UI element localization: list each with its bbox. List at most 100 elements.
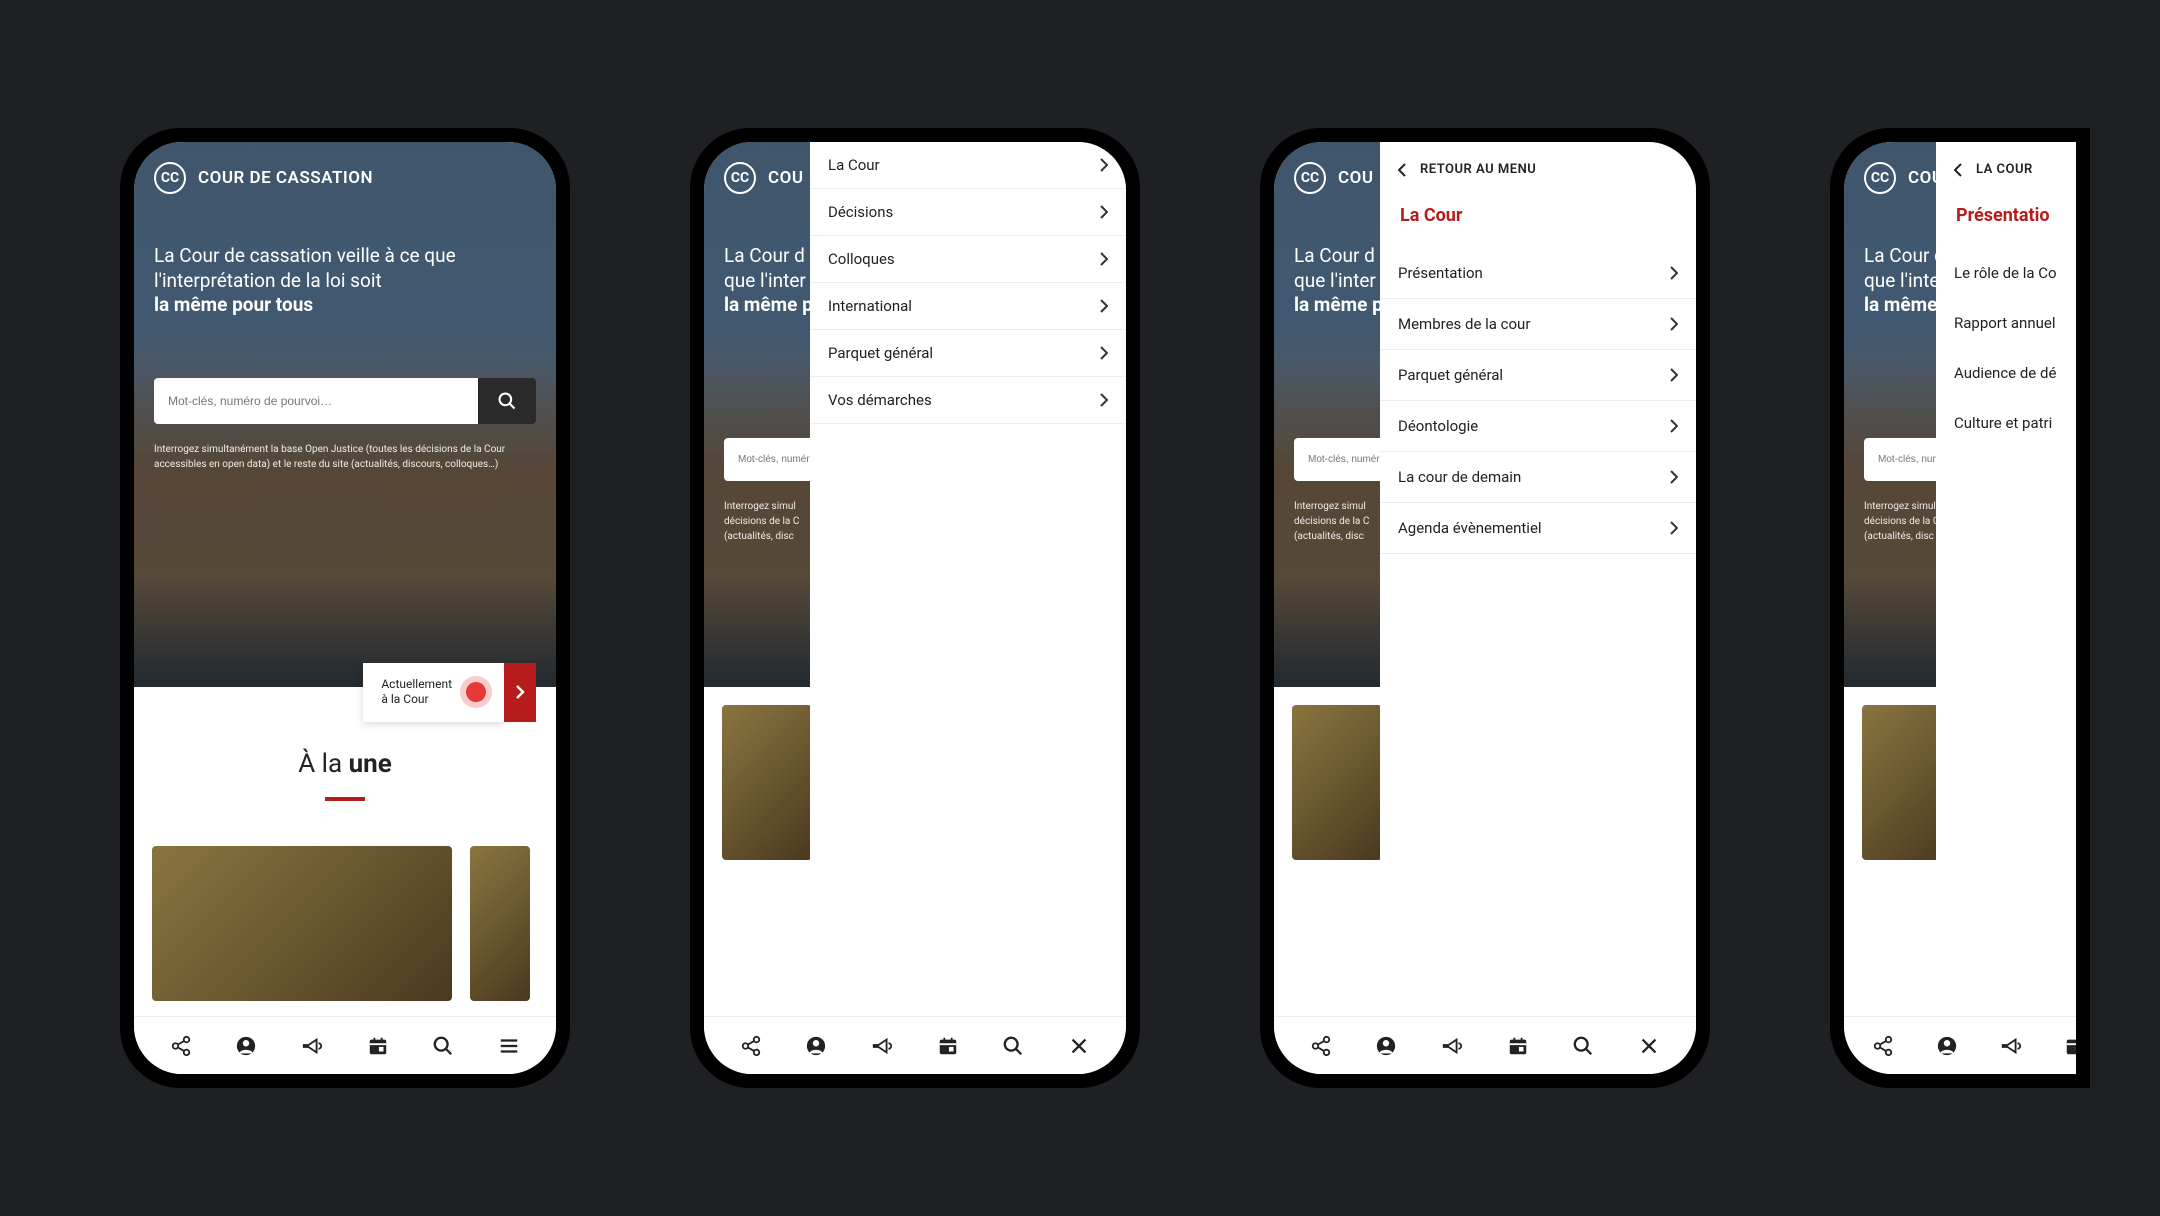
chevron-right-icon — [1100, 205, 1108, 219]
calendar-icon[interactable] — [1506, 1034, 1530, 1058]
share-icon[interactable] — [1872, 1034, 1894, 1058]
menu-item-demarches[interactable]: Vos démarches — [810, 377, 1126, 424]
live-card-body: Actuellement à la Cour — [363, 663, 504, 722]
brand-logo-icon: CC — [1294, 162, 1326, 194]
chevron-right-icon — [515, 684, 525, 700]
screen: CCCOU La Cour dque l'interla même p Inte… — [704, 142, 1126, 1074]
chevron-left-icon — [1398, 163, 1406, 177]
menu-drawer: La Cour Décisions Colloques Internationa… — [810, 142, 1126, 1016]
menu-item-presentation[interactable]: Présentation — [1380, 248, 1696, 299]
menu-section-title: Présentatio — [1936, 193, 2076, 248]
chevron-right-icon — [1100, 158, 1108, 172]
chevron-right-icon — [1670, 419, 1678, 433]
menu-item-agenda[interactable]: Agenda évènementiel — [1380, 503, 1696, 554]
screen: CCCOU La Cour dque l'interla même p Inte… — [1844, 142, 2076, 1074]
search-icon — [497, 391, 517, 411]
calendar-icon[interactable] — [366, 1034, 390, 1058]
menu-drawer: LA COUR Présentatio Le rôle de la Co Rap… — [1936, 142, 2076, 1016]
menu-item-membres[interactable]: Membres de la cour — [1380, 299, 1696, 350]
chevron-left-icon — [1954, 163, 1962, 177]
share-icon[interactable] — [169, 1034, 193, 1058]
chevron-right-icon — [1670, 470, 1678, 484]
chevron-right-icon — [1100, 346, 1108, 360]
menu-item-parquet[interactable]: Parquet général — [1380, 350, 1696, 401]
news-card — [1292, 705, 1382, 860]
search-help-text: Interrogez simultanément la base Open Ju… — [154, 442, 536, 472]
menu-item-role[interactable]: Le rôle de la Co — [1936, 248, 2076, 298]
tagline-line-1: La Cour de cassation veille à ce que l'i… — [154, 244, 456, 292]
live-card[interactable]: Actuellement à la Cour — [363, 663, 536, 722]
search-icon[interactable] — [1001, 1034, 1025, 1058]
brand-logo-icon: CC — [1864, 162, 1896, 194]
search-input[interactable] — [154, 378, 478, 424]
share-icon[interactable] — [1309, 1034, 1333, 1058]
chevron-right-icon — [1100, 252, 1108, 266]
user-icon[interactable] — [1936, 1034, 1958, 1058]
megaphone-icon[interactable] — [1440, 1034, 1464, 1058]
menu-item-colloques[interactable]: Colloques — [810, 236, 1126, 283]
live-dot-icon — [466, 682, 486, 702]
brand-logo-icon: CC — [154, 162, 186, 194]
search-icon[interactable] — [1571, 1034, 1595, 1058]
menu-item-cour-demain[interactable]: La cour de demain — [1380, 452, 1696, 503]
menu-item-rapport[interactable]: Rapport annuel — [1936, 298, 2076, 348]
live-label-2: à la Cour — [381, 692, 428, 706]
close-icon[interactable] — [1637, 1034, 1661, 1058]
bottom-nav — [1274, 1016, 1696, 1074]
bottom-nav — [704, 1016, 1126, 1074]
search-bar — [154, 378, 536, 424]
menu-item-culture[interactable]: Culture et patri — [1936, 398, 2076, 448]
calendar-icon[interactable] — [2064, 1034, 2076, 1058]
menu-back-label: RETOUR AU MENU — [1420, 162, 1536, 177]
user-icon[interactable] — [234, 1034, 258, 1058]
chevron-right-icon — [1100, 393, 1108, 407]
user-icon[interactable] — [1374, 1034, 1398, 1058]
share-icon[interactable] — [739, 1034, 763, 1058]
live-label-1: Actuellement — [381, 677, 452, 691]
menu-icon[interactable] — [497, 1034, 521, 1058]
menu-item-decisions[interactable]: Décisions — [810, 189, 1126, 236]
chevron-right-icon — [1100, 299, 1108, 313]
news-card — [722, 705, 812, 860]
phone-mockup-4: CCCOU La Cour dque l'interla même p Inte… — [1830, 128, 2090, 1088]
phone-mockup-1: CC COUR DE CASSATION La Cour de cassatio… — [120, 128, 570, 1088]
chevron-right-icon — [1670, 521, 1678, 535]
menu-item-la-cour[interactable]: La Cour — [810, 142, 1126, 189]
chevron-right-icon — [1670, 266, 1678, 280]
news-section: À la une Mme — [134, 687, 556, 1001]
user-icon[interactable] — [804, 1034, 828, 1058]
news-title-divider — [325, 797, 365, 801]
phone-mockup-2: CCCOU La Cour dque l'interla même p Inte… — [690, 128, 1140, 1088]
menu-item-parquet[interactable]: Parquet général — [810, 330, 1126, 377]
screen: CC COUR DE CASSATION La Cour de cassatio… — [134, 142, 556, 1074]
news-title: À la une — [134, 749, 556, 779]
megaphone-icon[interactable] — [300, 1034, 324, 1058]
tagline-line-2: la même pour tous — [154, 293, 313, 316]
menu-back-button[interactable]: RETOUR AU MENU — [1380, 142, 1696, 193]
app-header: CC COUR DE CASSATION — [154, 162, 536, 194]
phone-mockup-3: CCCOU La Cour dque l'interla même p Inte… — [1260, 128, 1710, 1088]
megaphone-icon[interactable] — [870, 1034, 894, 1058]
chevron-right-icon — [1670, 317, 1678, 331]
menu-item-deontologie[interactable]: Déontologie — [1380, 401, 1696, 452]
search-icon[interactable] — [431, 1034, 455, 1058]
live-card-arrow[interactable] — [504, 663, 536, 722]
news-card[interactable]: Mme — [470, 846, 530, 1001]
brand-title: COUR DE CASSATION — [198, 168, 373, 188]
bottom-nav — [134, 1016, 556, 1074]
search-help-text: Interrogez simul décisions de la C (actu… — [1294, 499, 1384, 544]
close-icon[interactable] — [1067, 1034, 1091, 1058]
megaphone-icon[interactable] — [2000, 1034, 2022, 1058]
calendar-icon[interactable] — [936, 1034, 960, 1058]
chevron-right-icon — [1670, 368, 1678, 382]
menu-item-international[interactable]: International — [810, 283, 1126, 330]
hero-tagline: La Cour de cassation veille à ce que l'i… — [154, 244, 536, 318]
screen: CCCOU La Cour dque l'interla même p Inte… — [1274, 142, 1696, 1074]
bottom-nav — [1844, 1016, 2076, 1074]
news-card-row: Mme — [134, 846, 556, 1001]
menu-item-audience[interactable]: Audience de dé — [1936, 348, 2076, 398]
menu-back-button[interactable]: LA COUR — [1936, 142, 2076, 193]
news-card[interactable] — [152, 846, 452, 1001]
search-help-text: Interrogez simul décisions de la C (actu… — [724, 499, 814, 544]
search-button[interactable] — [478, 378, 536, 424]
